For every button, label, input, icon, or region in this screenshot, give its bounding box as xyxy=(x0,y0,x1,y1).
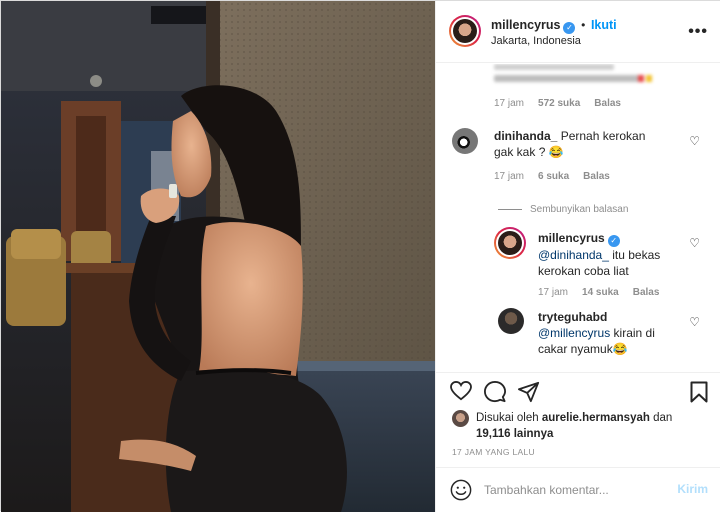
verified-badge-icon: ✓ xyxy=(563,22,576,34)
like-heart-icon[interactable] xyxy=(450,381,472,401)
reply-item: tryteguhabd @millencyrus kirain di cakar… xyxy=(538,309,678,357)
reply-mention[interactable]: @dinihanda_ xyxy=(538,248,609,262)
reply-meta: 17 jam 14 suka Balas xyxy=(538,287,659,298)
follow-button[interactable]: Ikuti xyxy=(591,18,617,32)
post-photo-illustration xyxy=(1,1,435,512)
reply-button[interactable]: Balas xyxy=(583,171,610,182)
replies-divider-line xyxy=(498,209,522,210)
post-header: millencyrus ✓ • Ikuti Jakarta, Indonesia … xyxy=(436,1,720,63)
likes-suffix: dan xyxy=(653,412,673,424)
reply-like-heart-icon[interactable]: ♡ xyxy=(689,236,700,250)
liker-avatar[interactable] xyxy=(452,410,469,427)
comment-likes[interactable]: 6 suka xyxy=(538,171,569,182)
verified-badge-icon: ✓ xyxy=(607,235,620,247)
instagram-post-frame: millencyrus ✓ • Ikuti Jakarta, Indonesia … xyxy=(0,0,720,512)
more-options-icon[interactable]: ••• xyxy=(688,23,708,41)
reply-username[interactable]: millencyrus xyxy=(538,231,605,245)
comment-likes[interactable]: 572 suka xyxy=(538,98,580,109)
post-location[interactable]: Jakarta, Indonesia xyxy=(491,35,581,47)
reply-mention[interactable]: @millencyrus xyxy=(538,326,610,340)
share-send-icon[interactable] xyxy=(518,381,540,403)
post-timestamp[interactable]: 17 JAM YANG LALU xyxy=(452,447,535,457)
comment-username[interactable]: dinihanda_ xyxy=(494,129,557,143)
liker-username[interactable]: aurelie.hermansyah xyxy=(542,412,650,424)
reply-time[interactable]: 17 jam xyxy=(538,287,568,298)
post-side-panel: millencyrus ✓ • Ikuti Jakarta, Indonesia … xyxy=(435,1,720,512)
post-photo[interactable] xyxy=(1,1,435,512)
comment-like-heart-icon[interactable]: ♡ xyxy=(689,134,700,148)
comment-item: dinihanda_ Pernah kerokan gak kak ? 😂 xyxy=(494,128,664,160)
reply-button[interactable]: Balas xyxy=(633,287,660,298)
reply-button[interactable]: Balas xyxy=(594,98,621,109)
comment-time[interactable]: 17 jam xyxy=(494,98,524,109)
comment-input[interactable] xyxy=(484,480,664,500)
author-avatar[interactable] xyxy=(449,15,481,47)
hide-replies-label[interactable]: Sembunyikan balasan xyxy=(530,204,628,215)
comment-meta: 17 jam 572 suka Balas xyxy=(494,98,621,109)
likes-prefix: Disukai oleh xyxy=(476,412,539,424)
separator-dot: • xyxy=(581,18,586,32)
blurred-comment-text xyxy=(494,64,684,88)
comment-meta: 17 jam 6 suka Balas xyxy=(494,171,610,182)
emoji-smiley-icon[interactable] xyxy=(450,479,472,501)
post-comment-button[interactable]: Kirim xyxy=(677,482,708,496)
commenter-avatar[interactable] xyxy=(452,128,478,154)
reply-avatar[interactable] xyxy=(498,308,524,334)
reply-username[interactable]: tryteguhabd xyxy=(538,310,607,324)
reply-likes[interactable]: 14 suka xyxy=(582,287,619,298)
comments-list: 17 jam 572 suka Balas dinihanda_ Pernah ke… xyxy=(436,64,720,372)
comment-bubble-icon[interactable] xyxy=(484,381,506,403)
author-line: millencyrus ✓ • Ikuti xyxy=(491,17,617,34)
post-actions: Disukai oleh aurelie.hermansyah dan 19,1… xyxy=(436,372,720,467)
reply-like-heart-icon[interactable]: ♡ xyxy=(689,315,700,329)
likes-summary: Disukai oleh aurelie.hermansyah dan 19,1… xyxy=(476,410,716,442)
bookmark-save-icon[interactable] xyxy=(690,381,708,403)
likes-others-link[interactable]: 19,116 lainnya xyxy=(476,428,553,440)
reply-item: millencyrus ✓ @dinihanda_ itu bekas kerok… xyxy=(538,230,678,279)
reply-avatar[interactable] xyxy=(494,227,526,259)
comment-time[interactable]: 17 jam xyxy=(494,171,524,182)
comment-composer: Kirim xyxy=(436,467,720,512)
author-username[interactable]: millencyrus xyxy=(491,18,560,32)
hide-replies-toggle[interactable]: Sembunyikan balasan xyxy=(498,204,628,215)
